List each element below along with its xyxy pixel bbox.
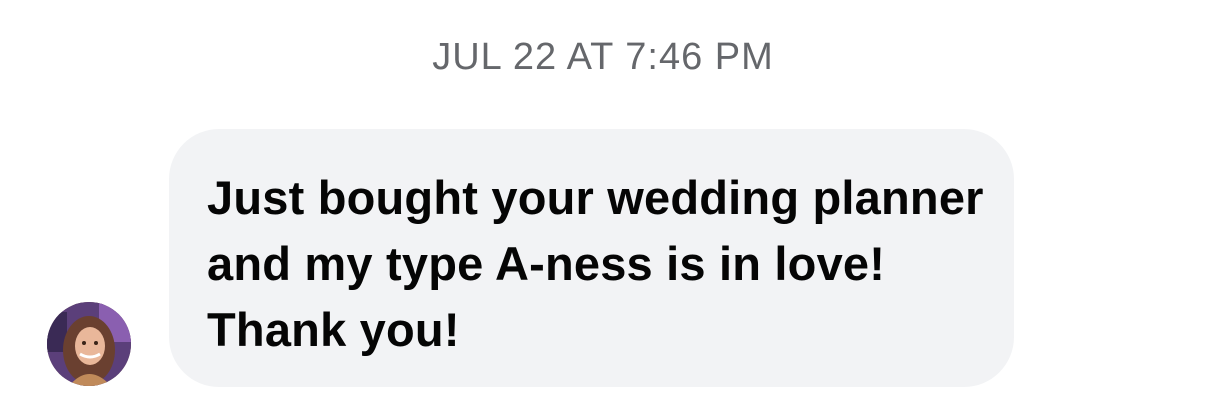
message-bubble[interactable]: Just bought your wedding planner and my …: [169, 129, 1014, 387]
incoming-message-row: Just bought your wedding planner and my …: [0, 0, 1206, 418]
message-text: Just bought your wedding planner and my …: [207, 171, 984, 356]
avatar-photo-icon: [47, 302, 131, 386]
sender-avatar[interactable]: [47, 302, 131, 386]
